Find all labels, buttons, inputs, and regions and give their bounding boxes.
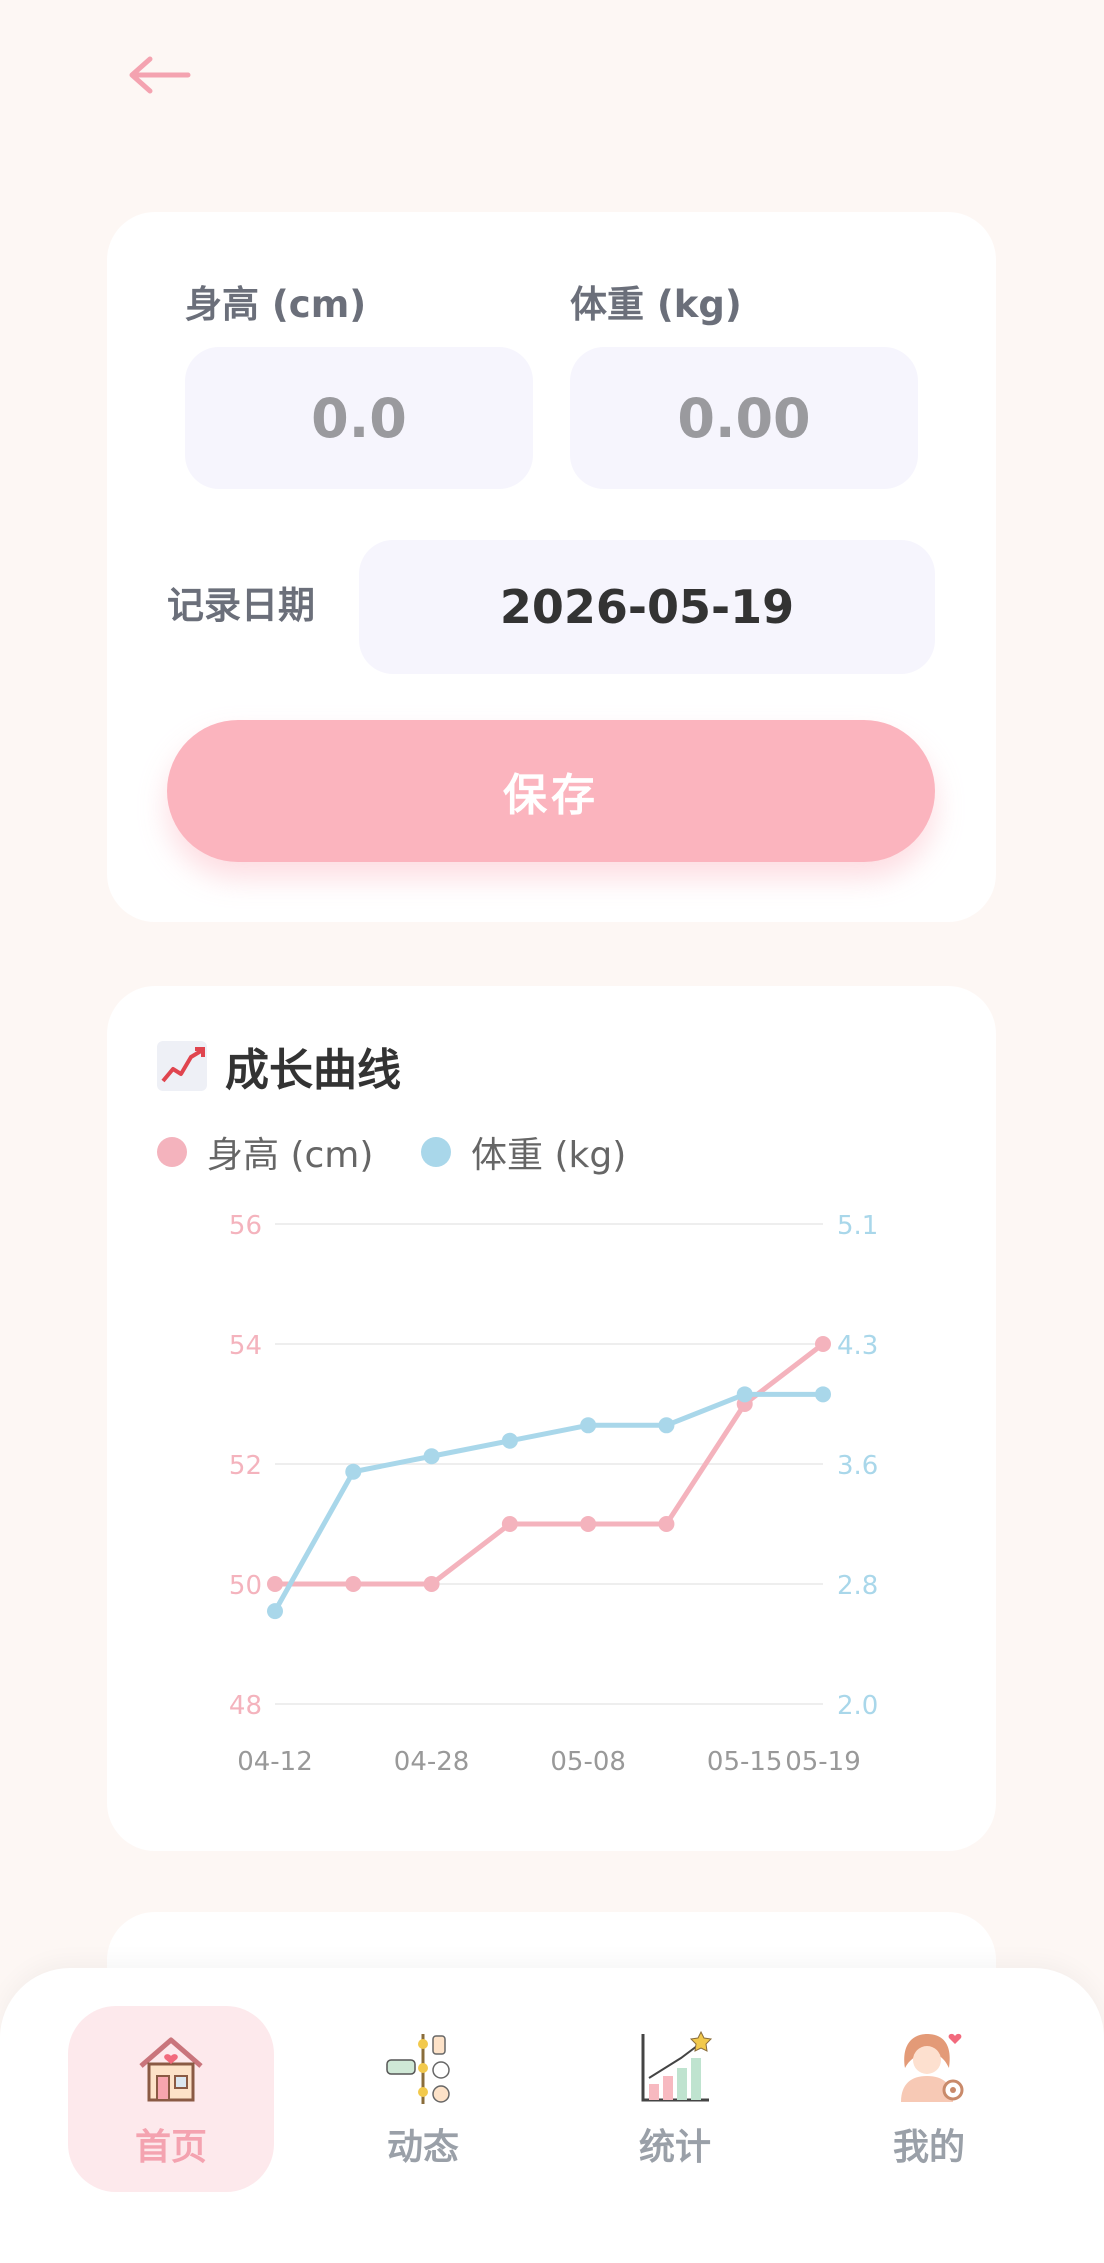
stats-icon	[641, 2030, 713, 2102]
nav-item-home[interactable]: 首页	[68, 2006, 274, 2192]
chart-title: 成长曲线	[157, 1034, 401, 1098]
weight-data-point	[501, 1432, 518, 1449]
legend-height-dot	[157, 1137, 187, 1167]
date-picker[interactable]: 2026-05-19	[359, 540, 935, 674]
y-right-tick-label: 2.8	[837, 1571, 878, 1601]
record-form-card: 身高 (cm) 体重 (kg) 0.0 0.00 记录日期 2026-05-19…	[107, 212, 996, 922]
y-right-tick-label: 4.3	[837, 1331, 878, 1361]
height-data-point	[423, 1576, 440, 1592]
legend-height-label: 身高 (cm)	[207, 1135, 374, 1176]
growth-chart-card: 成长曲线 身高 (cm) 体重 (kg) 56 5.1 54 4.3 52 3.6 50 2.…	[107, 986, 996, 1851]
y-left-tick-label: 52	[229, 1451, 262, 1481]
x-tick-label: 05-15	[707, 1747, 783, 1777]
weight-data-point	[815, 1386, 831, 1403]
legend-weight: 体重 (kg)	[421, 1126, 626, 1178]
height-data-point	[345, 1576, 362, 1592]
height-data-point	[267, 1576, 283, 1592]
save-button[interactable]: 保存	[167, 720, 935, 862]
profile-icon	[901, 2033, 964, 2102]
height-data-point	[501, 1516, 518, 1532]
nav-item-profile[interactable]: 我的	[826, 2006, 1032, 2192]
weight-data-point	[345, 1463, 362, 1480]
y-left-tick-label: 48	[229, 1691, 262, 1721]
nav-label-stats: 统计	[638, 2127, 711, 2168]
weight-input-value: 0.00	[677, 386, 811, 450]
date-value: 2026-05-19	[499, 580, 795, 634]
height-data-point	[815, 1336, 831, 1352]
x-tick-label: 05-19	[785, 1747, 861, 1777]
x-tick-label: 04-12	[237, 1747, 313, 1777]
nav-label-feed: 动态	[386, 2127, 459, 2168]
legend-height: 身高 (cm)	[157, 1126, 373, 1178]
chart-title-text: 成长曲线	[225, 1045, 401, 1096]
weight-data-point	[658, 1417, 675, 1434]
y-right-tick-label: 2.0	[837, 1691, 878, 1721]
timeline-icon	[386, 2034, 450, 2104]
weight-data-point	[736, 1386, 753, 1403]
weight-data-point	[423, 1448, 440, 1465]
back-button[interactable]	[120, 40, 200, 110]
date-label: 记录日期	[167, 584, 315, 627]
chart-increasing-icon	[157, 1041, 207, 1091]
height-data-point	[658, 1516, 675, 1532]
height-input-value: 0.0	[311, 386, 407, 450]
y-left-tick-label: 56	[229, 1211, 262, 1241]
x-tick-label: 05-08	[550, 1747, 626, 1777]
y-left-tick-label: 50	[229, 1571, 262, 1601]
weight-data-point	[267, 1603, 283, 1620]
house-icon	[139, 2037, 203, 2102]
y-left-tick-label: 54	[229, 1331, 262, 1361]
bottom-nav: 首页 动态 统计 我的	[0, 1968, 1104, 2263]
nav-item-stats[interactable]: 统计	[572, 2006, 778, 2192]
weight-input[interactable]: 0.00	[570, 347, 918, 489]
y-right-tick-label: 3.6	[837, 1451, 878, 1481]
x-tick-label: 04-28	[394, 1747, 470, 1777]
weight-data-point	[580, 1417, 597, 1434]
legend-weight-dot	[421, 1137, 451, 1167]
height-data-point	[580, 1516, 597, 1532]
height-input[interactable]: 0.0	[185, 347, 533, 489]
nav-label-profile: 我的	[892, 2127, 965, 2168]
height-label: 身高 (cm)	[185, 283, 367, 326]
growth-line-chart: 56 5.1 54 4.3 52 3.6 50 2.8 48 2.0 04-12 04-28 05-08…	[229, 1211, 878, 1777]
legend-weight-label: 体重 (kg)	[471, 1135, 627, 1176]
nav-item-feed[interactable]: 动态	[320, 2006, 526, 2192]
y-right-tick-label: 5.1	[837, 1211, 878, 1241]
nav-label-home: 首页	[134, 2127, 207, 2168]
arrow-left-icon	[129, 56, 191, 94]
weight-label: 体重 (kg)	[570, 283, 742, 326]
